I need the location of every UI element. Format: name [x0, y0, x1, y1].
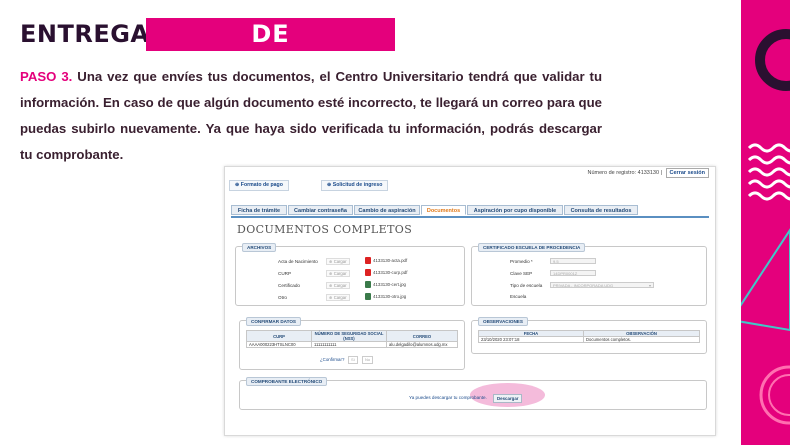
registration-info: Número de registro: 4133130 | Cerrar ses… — [587, 168, 709, 178]
promedio-label: Promedio * — [510, 259, 533, 264]
otro-cargar-button[interactable]: ⊕ Cargar — [326, 294, 350, 301]
curp-label: CURP — [278, 271, 292, 276]
observacion-cell: Documentos completos. — [583, 336, 700, 343]
decorative-side-band — [741, 0, 790, 445]
portal-screenshot: Número de registro: 4133130 | Cerrar ses… — [224, 166, 716, 436]
tipo-escuela-label: Tipo de escuela — [510, 283, 543, 288]
tipo-escuela-select[interactable]: PRIVADA - INCORPORADA UDG ▾ — [550, 282, 654, 288]
curp-file-link[interactable]: 4133130-curp.pdf — [373, 270, 407, 275]
archivos-title: ARCHIVOS — [242, 243, 277, 252]
image-file-icon — [365, 293, 371, 300]
fecha-cell: 23/10/2020 23:07:18 — [478, 336, 584, 343]
tab-cambiar-contrasena[interactable]: Cambiar contraseña — [288, 205, 353, 215]
curp-cargar-button[interactable]: ⊕ Cargar — [326, 270, 350, 277]
step-label: PASO 3. — [20, 69, 73, 84]
tab-bar: Ficha de trámite Cambiar contraseña Camb… — [231, 205, 709, 218]
decoration-shapes-icon — [741, 29, 790, 425]
pdf-file-icon — [365, 269, 371, 276]
confirmar-panel: CONFIRMAR DATOS CURP NÚMERO DE SEGURIDAD… — [239, 317, 465, 370]
slide-title-part2: DE DOCUMENTOS — [146, 18, 395, 81]
column-header: CURP — [246, 330, 312, 342]
formato-pago-label: Formato de pago — [240, 182, 283, 188]
solicitud-ingreso-label: Solicitud de ingreso — [332, 182, 383, 188]
curp-cell: AAAA000223HTSLNC00 — [246, 341, 312, 348]
formato-pago-button[interactable]: ⊕ Formato de pago — [229, 180, 289, 191]
image-file-icon — [365, 281, 371, 288]
chevron-down-icon: ▾ — [648, 283, 651, 288]
clave-sep-field[interactable]: 14DPR0001Z — [550, 270, 596, 276]
tab-cambio-aspiracion[interactable]: Cambio de aspiración — [354, 205, 420, 215]
otro-label: Otro — [278, 295, 287, 300]
comprobante-title: COMPROBANTE ELECTRÓNICO — [246, 377, 328, 386]
tab-aspiracion-cupo[interactable]: Aspiración por cupo disponible — [467, 205, 563, 215]
confirmar-question: ¿Confirmar? — [320, 357, 345, 362]
certificado-file-link[interactable]: 4133130-cert.jpg — [373, 282, 406, 287]
observaciones-table: FECHA OBSERVACIÓN 23/10/2020 23:07:18 Do… — [478, 330, 700, 343]
observaciones-panel: OBSERVACIONES FECHA OBSERVACIÓN 23/10/20… — [471, 317, 707, 354]
table-header-row: CURP NÚMERO DE SEGURIDAD SOCIAL (NSS) CO… — [246, 330, 458, 342]
tab-ficha-tramite[interactable]: Ficha de trámite — [231, 205, 287, 215]
solicitud-ingreso-button[interactable]: ⊕ Solicitud de ingreso — [321, 180, 389, 191]
tab-consulta-resultados[interactable]: Consulta de resultados — [564, 205, 638, 215]
slide-title-part1: ENTREGA — [20, 20, 150, 48]
step-paragraph: PASO 3. Una vez que envíes tus documento… — [20, 64, 602, 168]
archivos-panel: ARCHIVOS Acta de Nacimiento ⊕ Cargar 413… — [235, 243, 465, 306]
page-title: DOCUMENTOS COMPLETOS — [237, 223, 413, 236]
promedio-field[interactable]: 9.5 — [550, 258, 596, 264]
escuela-label: Escuela — [510, 294, 527, 299]
confirmar-title: CONFIRMAR DATOS — [246, 317, 301, 326]
column-header: CORREO — [386, 330, 458, 342]
observaciones-title: OBSERVACIONES — [478, 317, 528, 326]
logout-button[interactable]: Cerrar sesión — [665, 168, 709, 178]
nss-cell: 11111111111 — [311, 341, 387, 348]
pdf-file-icon — [365, 257, 371, 264]
acta-label: Acta de Nacimiento — [278, 259, 318, 264]
column-header: NÚMERO DE SEGURIDAD SOCIAL (NSS) — [311, 330, 387, 342]
clave-sep-label: Clave SEP — [510, 271, 533, 276]
si-button[interactable]: Sí — [348, 356, 358, 364]
certificado-label: Certificado — [278, 283, 300, 288]
tipo-escuela-value: PRIVADA - INCORPORADA UDG — [553, 283, 614, 288]
step-description: Una vez que envíes tus documentos, el Ce… — [20, 69, 602, 162]
correo-cell: alu.delgadilo@alumnos.udg.mx — [386, 341, 458, 348]
table-row: 23/10/2020 23:07:18 Documentos completos… — [478, 336, 700, 343]
acta-cargar-button[interactable]: ⊕ Cargar — [326, 258, 350, 265]
tab-documentos[interactable]: Documentos — [421, 205, 466, 215]
comprobante-message: Ya puedes descargar tu comprobante. — [409, 395, 487, 400]
acta-file-link[interactable]: 4133130-acta.pdf — [373, 258, 407, 263]
certificado-panel: CERTIFICADO ESCUELA DE PROCEDENCIA Prome… — [471, 243, 707, 306]
table-row: AAAA000223HTSLNC00 11111111111 alu.delga… — [246, 341, 458, 348]
descargar-button[interactable]: Descargar — [493, 394, 523, 403]
certificado-cargar-button[interactable]: ⊕ Cargar — [326, 282, 350, 289]
registration-number: Número de registro: 4133130 | — [587, 170, 663, 176]
no-button[interactable]: No — [362, 356, 374, 364]
otro-file-link[interactable]: 4133130-otro.jpg — [373, 294, 406, 299]
confirmar-table: CURP NÚMERO DE SEGURIDAD SOCIAL (NSS) CO… — [246, 330, 458, 348]
certificado-panel-title: CERTIFICADO ESCUELA DE PROCEDENCIA — [478, 243, 586, 252]
